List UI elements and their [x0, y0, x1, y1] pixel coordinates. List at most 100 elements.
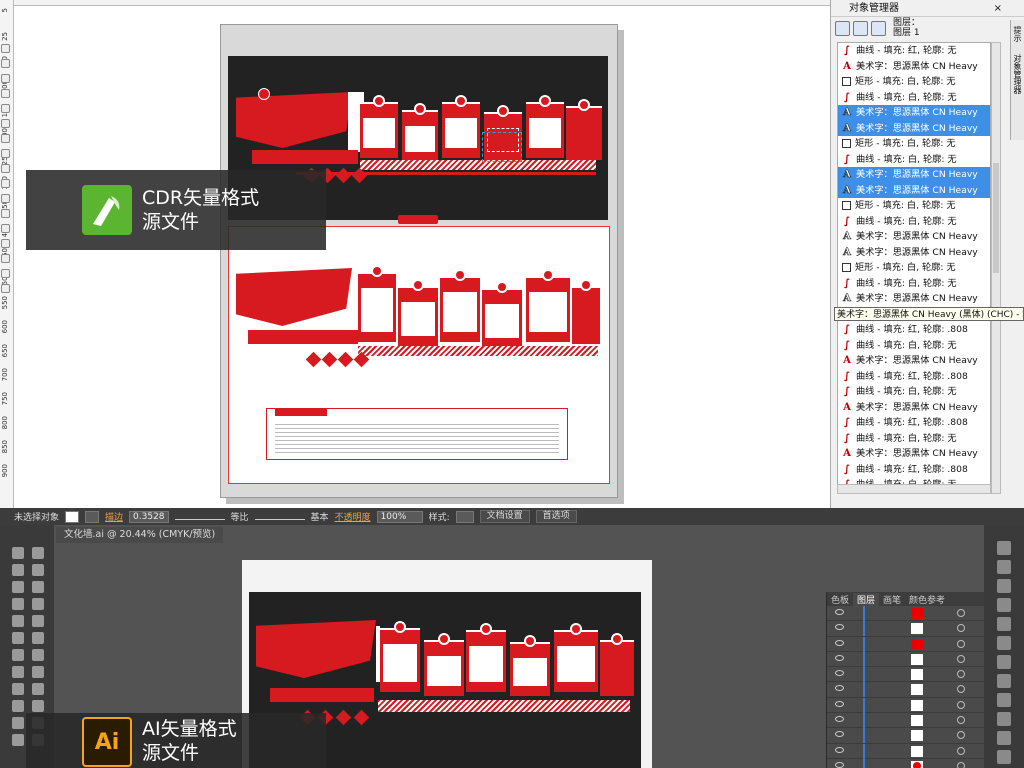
- object-row[interactable]: 矩形 - 填充: 白, 轮廓: 无: [838, 198, 990, 214]
- object-row[interactable]: A 美术字：思源黑体 CN Heavy: [838, 400, 990, 416]
- brush-definition[interactable]: [254, 514, 305, 520]
- rotate-tool-icon[interactable]: [12, 649, 24, 661]
- object-row[interactable]: ∫ 曲线 - 填充: 白, 轮廓: 无: [838, 214, 990, 230]
- polygon-tool-icon[interactable]: [1, 164, 10, 173]
- gradient-panel-icon[interactable]: [997, 636, 1011, 650]
- brushes-panel-icon[interactable]: [997, 579, 1011, 593]
- pick-tool-icon[interactable]: [1, 44, 10, 53]
- perspective-grid-icon[interactable]: [32, 683, 44, 695]
- freehand-tool-icon[interactable]: [1, 104, 10, 113]
- pencil-tool-icon[interactable]: [32, 615, 44, 627]
- layer-row[interactable]: [827, 697, 984, 714]
- object-row[interactable]: A 美术字：思源黑体 CN Heavy: [838, 229, 990, 245]
- stroke-panel-icon[interactable]: [997, 617, 1011, 631]
- object-row[interactable]: ∫ 曲线 - 填充: 红, 轮廓: .808: [838, 322, 990, 338]
- swatches-panel-icon[interactable]: [997, 560, 1011, 574]
- type-tool-icon[interactable]: [32, 581, 44, 593]
- visibility-eye-icon[interactable]: [835, 609, 844, 615]
- panel-tab[interactable]: 图层: [853, 592, 880, 606]
- target-circle-icon[interactable]: [957, 639, 965, 648]
- object-row[interactable]: ∫ 曲线 - 填充: 白, 轮廓: 无: [838, 338, 990, 354]
- object-row[interactable]: A 美术字：思源黑体 CN Heavy: [838, 105, 990, 121]
- object-row[interactable]: ∫ 曲线 - 填充: 红, 轮廓: .808: [838, 415, 990, 431]
- visibility-eye-icon[interactable]: [835, 761, 844, 768]
- edit-across-layers-icon[interactable]: [853, 20, 868, 36]
- object-row[interactable]: A 美术字：思源黑体 CN Heavy: [838, 167, 990, 183]
- tab-hints[interactable]: 提示: [1011, 20, 1024, 48]
- visibility-eye-icon[interactable]: [835, 624, 844, 631]
- crop-tool-icon[interactable]: [1, 74, 10, 83]
- blob-brush-icon[interactable]: [12, 632, 24, 644]
- symbols-panel-icon[interactable]: [997, 598, 1011, 612]
- object-row[interactable]: A 美术字：思源黑体 CN Heavy: [838, 120, 990, 136]
- layer-row[interactable]: [827, 651, 984, 668]
- visibility-eye-icon[interactable]: [835, 685, 844, 692]
- panel-tab[interactable]: 画笔: [879, 593, 905, 606]
- variable-width-profile[interactable]: [174, 514, 225, 520]
- shape-builder-icon[interactable]: [12, 683, 24, 695]
- selection-box[interactable]: [482, 132, 522, 162]
- mesh-tool-icon[interactable]: [12, 700, 24, 712]
- object-row[interactable]: A 美术字：思源黑体 CN Heavy: [838, 353, 990, 369]
- rectangle-tool-icon[interactable]: [32, 598, 44, 610]
- document-setup-button[interactable]: 文档设置: [479, 510, 530, 523]
- pen-tool-icon[interactable]: [12, 581, 24, 593]
- target-circle-icon[interactable]: [957, 700, 965, 709]
- uniform-label[interactable]: 等比: [231, 510, 249, 523]
- visibility-eye-icon[interactable]: [835, 700, 844, 707]
- zoom-tool-icon[interactable]: [1, 89, 10, 98]
- parallel-tool-icon[interactable]: [1, 194, 10, 203]
- visibility-eye-icon[interactable]: [835, 654, 844, 661]
- magic-wand-icon[interactable]: [12, 564, 24, 576]
- transparency-tool-icon[interactable]: [1, 239, 10, 248]
- layer-row[interactable]: [827, 743, 984, 759]
- layer-row[interactable]: [827, 682, 984, 698]
- panel-tab[interactable]: 颜色参考: [905, 593, 949, 606]
- basic-label[interactable]: 基本: [311, 510, 329, 523]
- visibility-eye-icon[interactable]: [835, 639, 844, 646]
- object-row[interactable]: ∫ 曲线 - 填充: 白, 轮廓: 无: [838, 90, 990, 106]
- preferences-button[interactable]: 首选项: [535, 510, 577, 523]
- object-row[interactable]: A 美术字：思源黑体 CN Heavy: [838, 291, 990, 307]
- blend-tool-icon[interactable]: [1, 224, 10, 233]
- object-list[interactable]: ∫ 曲线 - 填充: 红, 轮廓: 无 A 美术字：思源黑体 CN Heavy 矩形 -…: [837, 42, 991, 494]
- direct-selection-tool-icon[interactable]: [32, 547, 44, 559]
- target-circle-icon[interactable]: [957, 609, 965, 617]
- layer-row[interactable]: [827, 713, 984, 729]
- layer-manager-view-icon[interactable]: [871, 20, 886, 36]
- vertical-scrollbar[interactable]: [991, 42, 1001, 494]
- show-properties-icon[interactable]: [835, 20, 850, 36]
- lasso-tool-icon[interactable]: [32, 564, 44, 576]
- connector-tool-icon[interactable]: [1, 209, 10, 218]
- paintbrush-tool-icon[interactable]: [12, 615, 24, 627]
- stroke-swatch[interactable]: [85, 510, 100, 523]
- object-row[interactable]: A 美术字：思源黑体 CN Heavy: [838, 59, 990, 75]
- align-panel-icon[interactable]: [997, 750, 1011, 764]
- layer-row[interactable]: [827, 667, 984, 683]
- target-circle-icon[interactable]: [957, 716, 965, 725]
- stroke-label[interactable]: 描边: [105, 510, 123, 523]
- object-row[interactable]: A 美术字：思源黑体 CN Heavy: [838, 182, 990, 198]
- stroke-weight-field[interactable]: 0.3528: [129, 510, 169, 523]
- target-circle-icon[interactable]: [957, 624, 965, 633]
- eyedropper-tool-icon[interactable]: [12, 717, 24, 729]
- style-swatch[interactable]: [455, 510, 474, 523]
- transparency-panel-icon[interactable]: [997, 655, 1011, 669]
- opacity-label[interactable]: 不透明度: [335, 510, 371, 523]
- text-tool-icon[interactable]: [1, 179, 10, 188]
- opacity-field[interactable]: 100%: [376, 510, 423, 523]
- object-row[interactable]: A 美术字：思源黑体 CN Heavy: [838, 245, 990, 261]
- close-icon[interactable]: ×: [994, 0, 1002, 17]
- layers-panel-icon[interactable]: [997, 712, 1011, 726]
- ellipse-tool-icon[interactable]: [1, 149, 10, 158]
- target-circle-icon[interactable]: [957, 731, 965, 740]
- object-row[interactable]: 矩形 - 填充: 白, 轮廓: 无: [838, 260, 990, 276]
- object-row[interactable]: ∫ 曲线 - 填充: 白, 轮廓: 无: [838, 152, 990, 168]
- tab-object-manager[interactable]: 对象管理器: [1011, 48, 1024, 100]
- object-row[interactable]: ∫ 曲线 - 填充: 红, 轮廓: .808: [838, 369, 990, 385]
- object-row[interactable]: 矩形 - 填充: 白, 轮廓: 无: [838, 136, 990, 152]
- scale-tool-icon[interactable]: [32, 649, 44, 661]
- document-tab[interactable]: 文化墙.ai @ 20.44% (CMYK/预览): [56, 527, 224, 543]
- visibility-eye-icon[interactable]: [835, 746, 844, 753]
- layer-row[interactable]: [827, 636, 984, 652]
